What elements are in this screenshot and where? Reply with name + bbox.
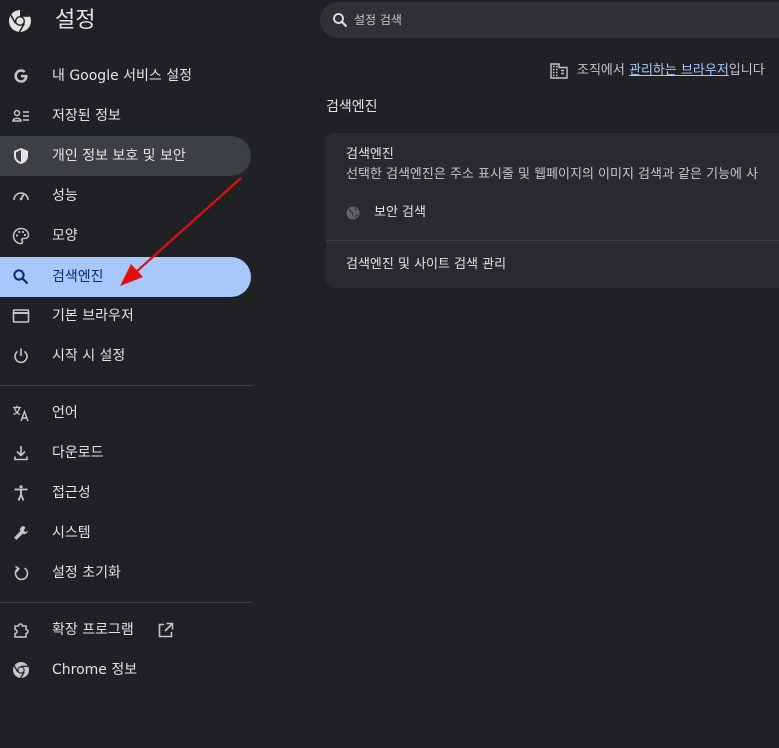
sidebar-item-label: 설정 초기화 bbox=[52, 565, 121, 581]
sidebar-item-label: 검색엔진 bbox=[52, 269, 104, 285]
sidebar-item-extensions[interactable]: 확장 프로그램 bbox=[0, 610, 251, 650]
sidebar-item-performance[interactable]: 성능 bbox=[0, 176, 251, 216]
power-icon bbox=[14, 348, 28, 364]
building-icon bbox=[550, 63, 568, 79]
shield-icon bbox=[14, 148, 28, 164]
managed-browser-notice: 조직에서 관리하는 브라우저입니다 bbox=[577, 63, 765, 78]
manage-search-engines-row[interactable]: 검색엔진 및 사이트 검색 관리 bbox=[326, 241, 779, 288]
sidebar-item-label: 접근성 bbox=[52, 485, 91, 501]
sidebar-item-system[interactable]: 시스템 bbox=[0, 513, 251, 553]
reset-icon bbox=[14, 565, 29, 581]
sidebar-item-accessibility[interactable]: 접근성 bbox=[0, 473, 251, 513]
sidebar-item-languages[interactable]: 언어 bbox=[0, 393, 251, 433]
sidebar-item-label: 시작 시 설정 bbox=[52, 348, 126, 364]
sidebar-item-search-engine[interactable]: 검색엔진 bbox=[0, 257, 251, 297]
palette-icon bbox=[12, 227, 30, 245]
sidebar-item-label: Chrome 정보 bbox=[52, 662, 138, 678]
chrome-logo-icon bbox=[9, 10, 31, 33]
sidebar-divider bbox=[0, 385, 253, 386]
sidebar-item-label: 확장 프로그램 bbox=[52, 622, 134, 638]
download-icon bbox=[14, 446, 28, 461]
sidebar-item-default-browser[interactable]: 기본 브라우저 bbox=[0, 296, 251, 336]
sidebar-item-label: 언어 bbox=[52, 405, 78, 421]
search-icon bbox=[13, 269, 29, 285]
sidebar-item-appearance[interactable]: 모양 bbox=[0, 216, 251, 256]
section-title: 검색엔진 bbox=[326, 99, 378, 115]
external-link-icon bbox=[158, 622, 174, 638]
extension-icon bbox=[14, 623, 29, 638]
sidebar-item-about-chrome[interactable]: Chrome 정보 bbox=[0, 650, 251, 690]
manage-search-engines-label: 검색엔진 및 사이트 검색 관리 bbox=[346, 257, 507, 272]
translate-icon bbox=[13, 405, 29, 422]
sidebar-item-label: 내 Google 서비스 설정 bbox=[52, 68, 192, 84]
accessibility-icon bbox=[14, 485, 28, 501]
saved-info-icon bbox=[12, 109, 29, 122]
selected-search-engine[interactable]: 보안 검색 bbox=[374, 203, 426, 223]
sidebar-item-label: 기본 브라우저 bbox=[52, 308, 134, 324]
sidebar-item-on-startup[interactable]: 시작 시 설정 bbox=[0, 336, 251, 376]
sidebar-item-label: 개인 정보 보호 및 보안 bbox=[52, 148, 186, 164]
sidebar-item-google-services[interactable]: 내 Google 서비스 설정 bbox=[0, 56, 251, 96]
browser-window-icon bbox=[12, 309, 30, 323]
sidebar-item-label: 모양 bbox=[52, 228, 78, 244]
page-title: 설정 bbox=[55, 8, 96, 33]
sidebar-item-label: 성능 bbox=[52, 188, 78, 204]
managed-browser-link[interactable]: 관리하는 브라우저 bbox=[629, 63, 729, 78]
sidebar-divider bbox=[0, 602, 253, 603]
sidebar-item-reset-settings[interactable]: 설정 초기화 bbox=[0, 553, 251, 593]
sidebar-item-privacy-security[interactable]: 개인 정보 보호 및 보안 bbox=[0, 136, 251, 176]
sidebar-item-label: 저장된 정보 bbox=[52, 108, 121, 124]
speedometer-icon bbox=[13, 192, 29, 201]
search-icon bbox=[333, 13, 348, 28]
sidebar-item-label: 다운로드 bbox=[52, 445, 104, 461]
sidebar-item-label: 시스템 bbox=[52, 525, 91, 541]
card-description: 선택한 검색엔진은 주소 표시줄 및 웹페이지의 이미지 검색과 같은 기능에 … bbox=[346, 167, 759, 182]
globe-icon bbox=[346, 206, 360, 220]
google-icon bbox=[14, 69, 28, 83]
wrench-icon bbox=[14, 526, 28, 540]
sidebar-item-downloads[interactable]: 다운로드 bbox=[0, 433, 251, 473]
chrome-icon bbox=[13, 662, 29, 679]
card-title: 검색엔진 bbox=[346, 147, 394, 162]
search-input[interactable] bbox=[354, 9, 734, 31]
sidebar-item-saved-info[interactable]: 저장된 정보 bbox=[0, 96, 251, 136]
